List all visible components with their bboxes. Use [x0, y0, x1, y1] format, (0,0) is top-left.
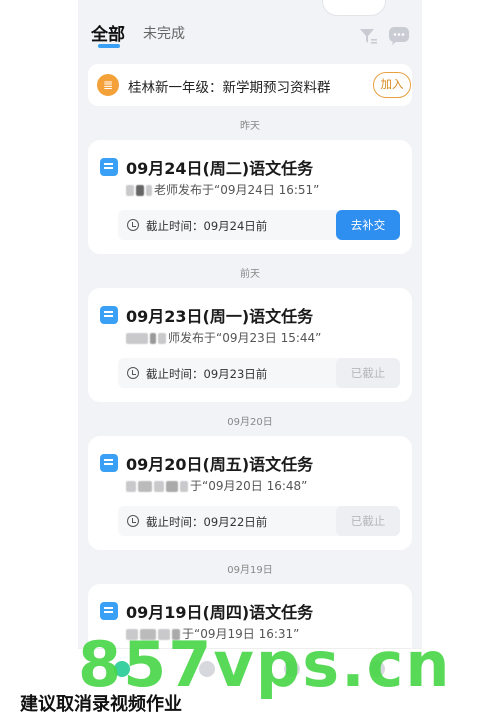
deadline-text: 截止时间：09月22日前: [146, 515, 268, 529]
task-icon: [100, 306, 118, 324]
date-label: 09月19日: [227, 565, 273, 576]
resubmit-button[interactable]: 去补交: [336, 210, 400, 240]
task-publisher: 于“09月20日 16:48”: [126, 477, 307, 494]
task-card[interactable]: 09月24日(周二)语文任务 老师发布于“09月24日 16:51” 截止时间：…: [88, 140, 412, 254]
date-label: 前天: [240, 269, 260, 280]
tab-all[interactable]: 全部: [91, 20, 125, 45]
task-title: 09月19日(周四)语文任务: [126, 603, 314, 622]
task-icon: [100, 454, 118, 472]
task-title: 09月24日(周二)语文任务: [126, 159, 314, 178]
deadline-text: 截止时间：09月24日前: [146, 219, 268, 233]
task-card[interactable]: 09月20日(周五)语文任务 于“09月20日 16:48” 截止时间：09月2…: [88, 436, 412, 550]
task-title: 09月23日(周一)语文任务: [126, 307, 314, 326]
task-icon: [100, 602, 118, 620]
task-icon: [100, 158, 118, 176]
expired-button[interactable]: 已截止: [336, 506, 400, 536]
task-card[interactable]: 09月23日(周一)语文任务 师发布于“09月23日 15:44” 截止时间：0…: [88, 288, 412, 402]
clock-icon: [127, 219, 139, 231]
top-bar: 全部 未完成: [78, 0, 422, 56]
chat-icon[interactable]: [388, 26, 410, 46]
top-pill[interactable]: [322, 0, 386, 16]
phone-screen: 全部 未完成 ≣ 桂林新一年级：新学期预习资料群 加入 昨天 09月24日(周二…: [78, 0, 422, 728]
expired-button[interactable]: 已截止: [336, 358, 400, 388]
active-tab-indicator: [98, 44, 120, 48]
date-label: 09月20日: [227, 417, 273, 428]
deadline-box: 截止时间：09月24日前 去补交: [118, 210, 400, 240]
filter-icon[interactable]: [358, 26, 378, 46]
caption: 建议取消录视频作业: [20, 694, 182, 715]
deadline-box: 截止时间：09月23日前 已截止: [118, 358, 400, 388]
date-label: 昨天: [240, 121, 260, 132]
task-publisher: 老师发布于“09月24日 16:51”: [126, 181, 319, 198]
deadline-text: 截止时间：09月23日前: [146, 367, 268, 381]
deadline-box: 截止时间：09月22日前 已截止: [118, 506, 400, 536]
task-title: 09月20日(周五)语文任务: [126, 455, 314, 474]
task-publisher: 师发布于“09月23日 15:44”: [126, 329, 321, 346]
document-icon: ≣: [97, 74, 119, 96]
group-banner[interactable]: ≣ 桂林新一年级：新学期预习资料群 加入: [88, 64, 412, 106]
clock-icon: [127, 367, 139, 379]
join-button[interactable]: 加入: [373, 72, 411, 98]
banner-text: 桂林新一年级：新学期预习资料群: [128, 80, 331, 96]
tab-undone[interactable]: 未完成: [143, 23, 185, 43]
clock-icon: [127, 515, 139, 527]
